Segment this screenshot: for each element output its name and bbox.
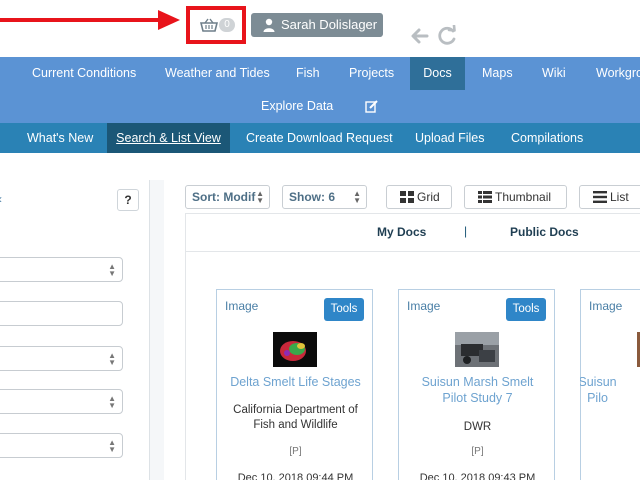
nav-item-workgroups[interactable]: Workgro: [596, 57, 640, 90]
user-name: Sarah Dolislager: [281, 17, 378, 32]
doc-visibility: [P]: [289, 446, 302, 457]
doc-title-line: Pilo: [587, 391, 608, 405]
list-label: List: [610, 190, 629, 204]
doc-card[interactable]: Image Tools Delta Smelt Life Stages Cali…: [216, 289, 373, 480]
subnav-item-compilations[interactable]: Compilations: [511, 123, 583, 153]
subnav-item-create-download-request[interactable]: Create Download Request: [246, 123, 393, 153]
top-bar: 0 Sarah Dolislager: [0, 0, 640, 57]
doc-visibility: [P]: [471, 446, 484, 457]
grid-icon: [400, 191, 414, 203]
filter-select-1[interactable]: ▲ ▼: [0, 257, 123, 282]
help-button[interactable]: ?: [117, 189, 139, 211]
panel-gutter: [150, 180, 164, 480]
basket-count-badge: 0: [219, 18, 235, 32]
nav-item-projects[interactable]: Projects: [349, 57, 394, 90]
nav-item-weather-and-tides[interactable]: Weather and Tides: [165, 57, 270, 90]
main-nav: Current Conditions Weather and Tides Fis…: [0, 57, 640, 123]
doc-date: Dec 10, 2018 09:43 PM: [419, 472, 536, 480]
doc-type-label: Image: [589, 299, 623, 313]
select-caret-icon: ▲ ▼: [353, 189, 361, 205]
show-value: Show: 6: [289, 190, 336, 204]
chevron-left-icon[interactable]: ‹: [0, 192, 2, 206]
doc-title[interactable]: Suisun Marsh Smelt Pilot Study 7: [403, 374, 552, 406]
grid-view-button[interactable]: Grid: [386, 185, 452, 209]
doc-title-line: Pilot Study 7: [442, 391, 513, 405]
subnav-item-upload-files[interactable]: Upload Files: [415, 123, 484, 153]
select-caret-icon: ▲ ▼: [108, 262, 116, 278]
select-caret-icon: ▲ ▼: [108, 394, 116, 410]
sub-nav: What's New Search & List View Create Dow…: [0, 123, 640, 153]
doc-title[interactable]: Suisun Pilo: [580, 374, 640, 406]
subnav-item-whats-new[interactable]: What's New: [27, 123, 93, 153]
list-view-button[interactable]: List: [579, 185, 640, 209]
tools-button[interactable]: Tools: [506, 298, 546, 321]
tools-button[interactable]: Tools: [324, 298, 364, 321]
doc-card-clip: Image Suisun Pilo: [580, 289, 640, 480]
nav-item-maps[interactable]: Maps: [482, 57, 513, 90]
select-caret-icon: ▲ ▼: [108, 438, 116, 454]
show-select[interactable]: Show: 6 ▲ ▼: [282, 185, 367, 209]
page: 0 Sarah Dolislager Current Conditions We…: [0, 0, 640, 480]
doc-title-line: Suisun: [580, 375, 617, 389]
doc-title-line: Delta Smelt Life Stages: [230, 375, 361, 389]
doc-organization: DWR: [403, 420, 552, 435]
edit-icon[interactable]: [365, 100, 378, 113]
user-icon: [263, 18, 275, 32]
thumbnail-label: Thumbnail: [495, 190, 552, 204]
doc-thumbnail[interactable]: [455, 332, 499, 367]
doc-title[interactable]: Delta Smelt Life Stages: [221, 374, 370, 390]
tab-separator: |: [464, 224, 468, 238]
tab-my-docs[interactable]: My Docs: [377, 225, 426, 239]
select-caret-icon: ▲ ▼: [256, 189, 264, 205]
nav-item-docs[interactable]: Docs: [410, 57, 465, 90]
doc-date: Dec 10, 2018 09:44 PM: [237, 472, 354, 480]
doc-org-line: California Department of: [233, 404, 358, 416]
thumbnail-icon: [478, 191, 492, 203]
doc-org-line: Fish and Wildlife: [253, 419, 338, 431]
divider: [186, 251, 640, 252]
user-menu-button[interactable]: Sarah Dolislager: [251, 13, 383, 37]
filter-select-2[interactable]: ▲ ▼: [0, 346, 123, 371]
sort-value: Sort: Modif: [192, 190, 256, 204]
basket-icon: [200, 18, 218, 32]
doc-org-line: DWR: [463, 421, 492, 433]
annotation-arrow-head: [158, 10, 180, 30]
back-arrow-icon[interactable]: [409, 26, 429, 46]
filter-select-3[interactable]: ▲ ▼: [0, 389, 123, 414]
refresh-icon[interactable]: [437, 25, 457, 47]
doc-type-label: Image: [225, 299, 259, 313]
doc-title-line: Suisun Marsh Smelt: [421, 375, 534, 389]
nav-item-wiki[interactable]: Wiki: [542, 57, 566, 90]
doc-organization: California Department of Fish and Wildli…: [221, 403, 370, 433]
nav-item-explore-data[interactable]: Explore Data: [261, 90, 333, 123]
doc-card[interactable]: Image Suisun Pilo: [580, 289, 640, 480]
nav-item-current-conditions[interactable]: Current Conditions: [32, 57, 136, 90]
subnav-item-search-list-view[interactable]: Search & List View: [107, 123, 230, 153]
filter-text-input[interactable]: [0, 301, 123, 326]
list-icon: [593, 191, 607, 203]
thumbnail-view-button[interactable]: Thumbnail: [464, 185, 567, 209]
doc-type-label: Image: [407, 299, 441, 313]
nav-item-fish[interactable]: Fish: [296, 57, 320, 90]
tab-public-docs[interactable]: Public Docs: [510, 225, 579, 239]
annotation-arrow-line: [0, 18, 160, 22]
select-caret-icon: ▲ ▼: [108, 351, 116, 367]
grid-label: Grid: [417, 190, 440, 204]
filter-select-4[interactable]: ▲ ▼: [0, 433, 123, 458]
doc-card[interactable]: Image Tools Suisun Marsh Smelt Pilot Stu…: [398, 289, 555, 480]
sort-select[interactable]: Sort: Modif ▲ ▼: [185, 185, 270, 209]
basket-button[interactable]: 0: [186, 6, 246, 44]
doc-thumbnail[interactable]: [273, 332, 317, 367]
